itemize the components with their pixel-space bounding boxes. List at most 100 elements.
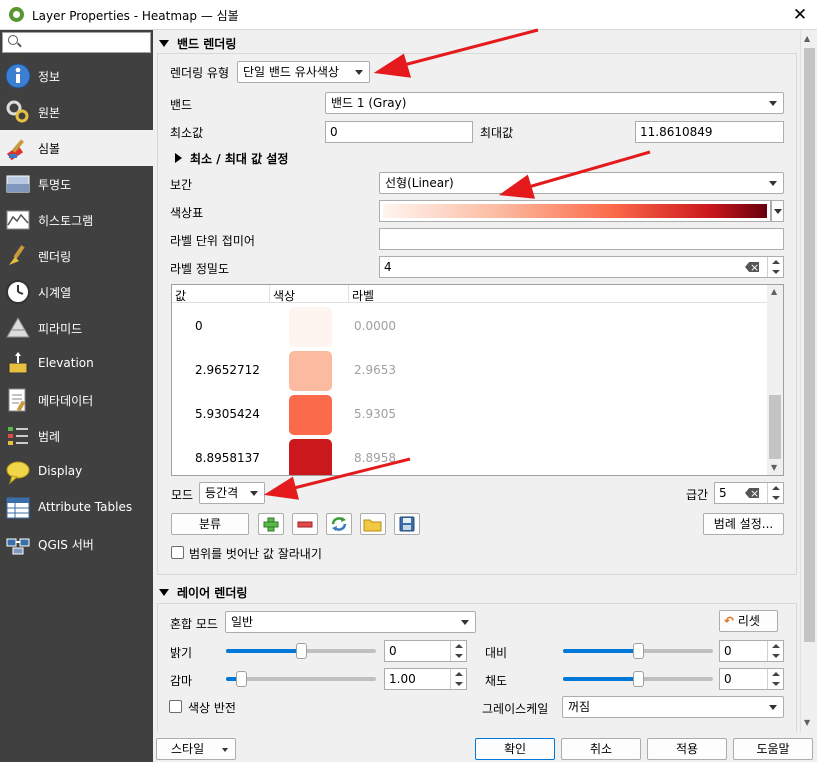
scrollbar-thumb[interactable] (804, 48, 815, 642)
layer-rendering-header[interactable]: 레이어 렌더링 (159, 584, 247, 601)
cancel-button[interactable]: 취소 (561, 738, 641, 760)
blend-mode-combo[interactable]: 일반 (225, 611, 476, 633)
table-row[interactable]: 8.8958137 8.8958 (172, 437, 768, 475)
column-header-value[interactable]: 값 (175, 287, 186, 304)
class-label[interactable]: 0.0000 (354, 319, 396, 333)
precision-spinbox[interactable]: 4 (379, 256, 784, 278)
sidebar-item[interactable]: 시계열 (0, 274, 153, 310)
interpolation-combo[interactable]: 선형(Linear) (379, 172, 784, 194)
spin-arrows-icon[interactable] (767, 641, 783, 661)
style-menu-button[interactable]: 스타일 (156, 738, 236, 760)
table-scrollbar-thumb[interactable] (769, 395, 781, 459)
min-label: 최소값 (170, 126, 204, 140)
slider-fill (563, 677, 638, 681)
save-classes-button[interactable] (394, 513, 420, 535)
unit-suffix-field[interactable] (379, 228, 784, 250)
grayscale-combo[interactable]: 꺼짐 (562, 696, 784, 718)
sidebar-item[interactable]: 범례 (0, 418, 153, 454)
sidebar-item[interactable]: 렌더링 (0, 238, 153, 274)
column-header-label[interactable]: 라벨 (352, 287, 374, 304)
scroll-up-icon[interactable]: ▲ (804, 34, 810, 43)
class-label[interactable]: 5.9305 (354, 407, 396, 421)
table-scrollbar[interactable]: ▲ ▼ (767, 285, 783, 475)
contrast-spinbox[interactable]: 0 (719, 640, 784, 662)
gamma-spinbox[interactable]: 1.00 (384, 668, 467, 690)
sidebar-item[interactable]: 정보 (0, 58, 153, 94)
chevron-down-icon (769, 101, 777, 106)
saturation-spinbox[interactable]: 0 (719, 668, 784, 690)
table-row[interactable]: 0 0.0000 (172, 305, 768, 349)
sidebar-item[interactable]: 히스토그램 (0, 202, 153, 238)
panel-scrollbar[interactable]: ▲ ▼ (800, 30, 817, 732)
sidebar-item[interactable]: 투명도 (0, 166, 153, 202)
minmax-settings-toggle[interactable]: 최소 / 최대 값 설정 (175, 150, 288, 167)
band-combo[interactable]: 밴드 1 (Gray) (325, 92, 784, 114)
spin-arrows-icon[interactable] (767, 257, 783, 277)
mode-combo[interactable]: 등간격 (199, 482, 265, 504)
classes-spinbox[interactable]: 5 (714, 482, 784, 504)
add-class-button[interactable] (258, 513, 284, 535)
brightness-slider[interactable] (226, 643, 376, 659)
classes-table[interactable]: 값 색상 라벨 0 0.0000 2.9652712 2.9653 5.9305424 5… (171, 284, 784, 476)
table-row[interactable]: 5.9305424 5.9305 (172, 393, 768, 437)
gamma-slider[interactable] (226, 671, 376, 687)
saturation-slider[interactable] (563, 671, 713, 687)
clear-icon[interactable] (745, 262, 759, 272)
table-row[interactable]: 2.9652712 2.9653 (172, 349, 768, 393)
color-ramp-menu-button[interactable] (771, 200, 784, 222)
help-button[interactable]: 도움말 (733, 738, 813, 760)
scroll-up-icon[interactable]: ▲ (771, 287, 777, 296)
class-color-swatch[interactable] (289, 351, 332, 391)
class-color-swatch[interactable] (289, 439, 332, 475)
color-ramp-button[interactable] (379, 200, 771, 222)
class-color-swatch[interactable] (289, 307, 332, 347)
render-type-combo[interactable]: 단일 밴드 유사색상 (237, 61, 370, 83)
column-header-color[interactable]: 색상 (273, 287, 295, 304)
band-rendering-header[interactable]: 밴드 렌더링 (159, 35, 236, 52)
remove-class-button[interactable] (292, 513, 318, 535)
close-icon[interactable]: ✕ (783, 0, 817, 30)
spin-arrows-icon[interactable] (450, 641, 466, 661)
clear-icon[interactable] (745, 488, 759, 498)
slider-handle[interactable] (633, 643, 644, 659)
class-color-swatch[interactable] (289, 395, 332, 435)
legend-settings-button[interactable]: 범례 설정... (703, 513, 784, 535)
spin-arrows-icon[interactable] (767, 669, 783, 689)
spin-arrows-icon[interactable] (450, 669, 466, 689)
min-value-field[interactable]: 0 (325, 121, 473, 143)
sidebar-item[interactable]: 원본 (0, 94, 153, 130)
sidebar-item[interactable]: Display (0, 454, 153, 490)
scroll-down-icon[interactable]: ▼ (771, 463, 777, 472)
ok-button[interactable]: 확인 (475, 738, 555, 760)
spin-arrows-icon[interactable] (767, 483, 783, 503)
class-value[interactable]: 0 (195, 319, 203, 333)
class-value[interactable]: 5.9305424 (195, 407, 260, 421)
classify-button[interactable]: 분류 (171, 513, 249, 535)
load-classes-button[interactable] (360, 513, 386, 535)
clip-out-of-range-checkbox[interactable] (171, 546, 184, 559)
slider-handle[interactable] (296, 643, 307, 659)
reset-button[interactable]: ↶ 리셋 (719, 610, 778, 632)
invert-colors-checkbox[interactable] (169, 700, 182, 713)
apply-button[interactable]: 적용 (647, 738, 727, 760)
scroll-down-icon[interactable]: ▼ (804, 718, 810, 727)
gamma-label: 감마 (170, 674, 193, 688)
reverse-colors-button[interactable] (326, 513, 352, 535)
class-value[interactable]: 2.9652712 (195, 363, 260, 377)
sidebar-item-label: 심볼 (38, 142, 61, 156)
slider-handle[interactable] (236, 671, 247, 687)
sidebar-item[interactable]: 심볼 (0, 130, 153, 166)
sidebar-item[interactable]: Attribute Tables (0, 490, 153, 526)
contrast-slider[interactable] (563, 643, 713, 659)
class-label[interactable]: 8.8958 (354, 451, 396, 465)
brightness-spinbox[interactable]: 0 (384, 640, 467, 662)
class-label[interactable]: 2.9653 (354, 363, 396, 377)
sidebar-item[interactable]: QGIS 서버 (0, 526, 153, 562)
sidebar-item[interactable]: Elevation (0, 346, 153, 382)
sidebar-item[interactable]: 피라미드 (0, 310, 153, 346)
max-value-field[interactable]: 11.8610849 (635, 121, 784, 143)
sidebar-item[interactable]: 메타데이터 (0, 382, 153, 418)
slider-handle[interactable] (633, 671, 644, 687)
class-value[interactable]: 8.8958137 (195, 451, 260, 465)
search-input[interactable] (2, 32, 151, 53)
